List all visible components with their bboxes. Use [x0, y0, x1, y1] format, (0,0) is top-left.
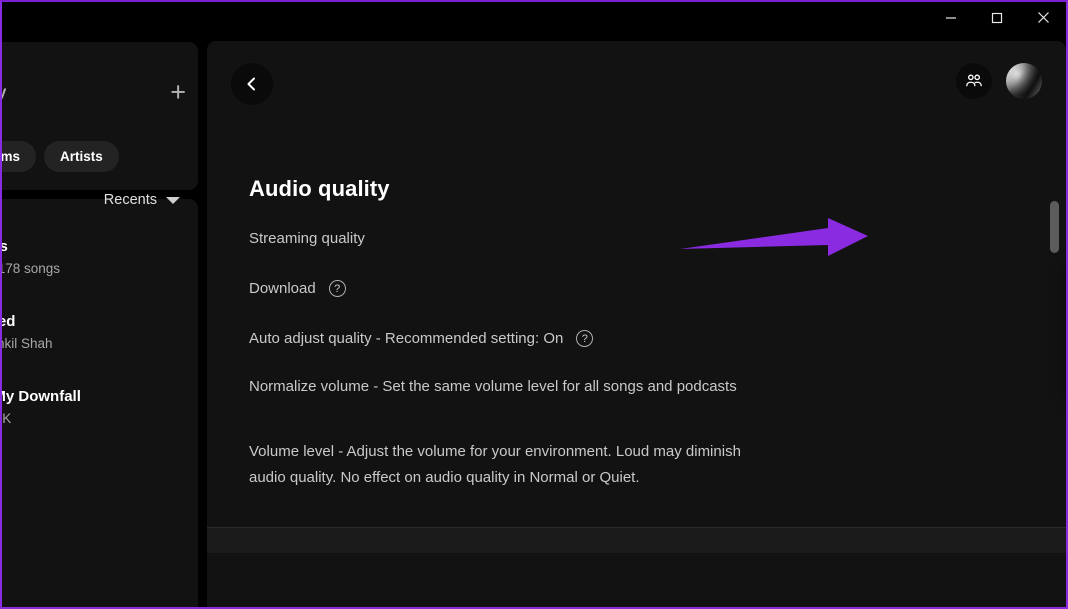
header-actions: [956, 63, 1042, 99]
track-title: ongs: [0, 238, 8, 255]
back-button[interactable]: [231, 63, 273, 105]
settings-panel: Audio quality Streaming quality Download…: [207, 41, 1066, 565]
maximize-button[interactable]: [974, 2, 1020, 33]
library-header: ary +: [2, 79, 198, 106]
track-subtitle: ist • 178 songs: [2, 261, 61, 276]
panel-footer: [207, 553, 1066, 607]
track-title: icated: [2, 313, 16, 330]
list-item[interactable]: To My Downfall • MGK: [2, 388, 202, 426]
minimize-button[interactable]: [928, 2, 974, 33]
library-filter-pills: bums Artists: [2, 141, 119, 172]
help-icon[interactable]: ?: [328, 280, 346, 297]
track-subtitle: • Pankil Shah: [2, 336, 53, 351]
track-subtitle: • MGK: [2, 411, 12, 426]
window-titlebar: [2, 2, 1066, 33]
track-title: To My Downfall: [2, 388, 81, 405]
panel-bottom-strip: [207, 527, 1066, 553]
list-item[interactable]: icated • Pankil Shah: [2, 313, 202, 351]
download-text: Download: [249, 280, 316, 297]
chevron-down-icon: [166, 196, 180, 204]
setting-label-auto-adjust: Auto adjust quality - Recommended settin…: [249, 330, 594, 347]
sort-label: Recents: [103, 192, 157, 208]
setting-label-volume-level: Volume level - Adjust the volume for you…: [249, 439, 769, 491]
pill-albums[interactable]: bums: [2, 141, 37, 172]
spotify-settings-window: ary + bums Artists Recents ongs ist • 17…: [0, 0, 1068, 609]
library-title: ary: [2, 84, 7, 102]
close-button[interactable]: [1020, 2, 1066, 33]
scrollbar-thumb[interactable]: [1050, 201, 1059, 253]
friends-icon: [966, 74, 982, 87]
setting-label-download: Download ?: [249, 280, 346, 297]
avatar[interactable]: [1006, 63, 1042, 99]
volume-level-text: Volume level - Adjust the volume for you…: [249, 443, 741, 486]
list-item[interactable]: ongs ist • 178 songs: [0, 238, 202, 276]
add-icon[interactable]: +: [170, 79, 186, 106]
vertical-scrollbar[interactable]: [1048, 80, 1060, 565]
friends-activity-button[interactable]: [956, 63, 992, 99]
setting-label-normalize-volume: Normalize volume - Set the same volume l…: [249, 374, 759, 400]
chevron-left-icon: [247, 77, 255, 91]
help-icon[interactable]: ?: [576, 330, 594, 347]
sidebar: ary + bums Artists Recents ongs ist • 17…: [2, 33, 198, 607]
auto-adjust-text: Auto adjust quality - Recommended settin…: [249, 330, 564, 347]
setting-label-streaming-quality: Streaming quality: [249, 230, 365, 247]
page-title: Audio quality: [249, 176, 390, 201]
pill-artists[interactable]: Artists: [44, 141, 119, 172]
library-sort-control[interactable]: Recents: [104, 192, 180, 208]
streaming-quality-text: Streaming quality: [249, 230, 365, 247]
normalize-text: Normalize volume - Set the same volume l…: [249, 378, 737, 395]
